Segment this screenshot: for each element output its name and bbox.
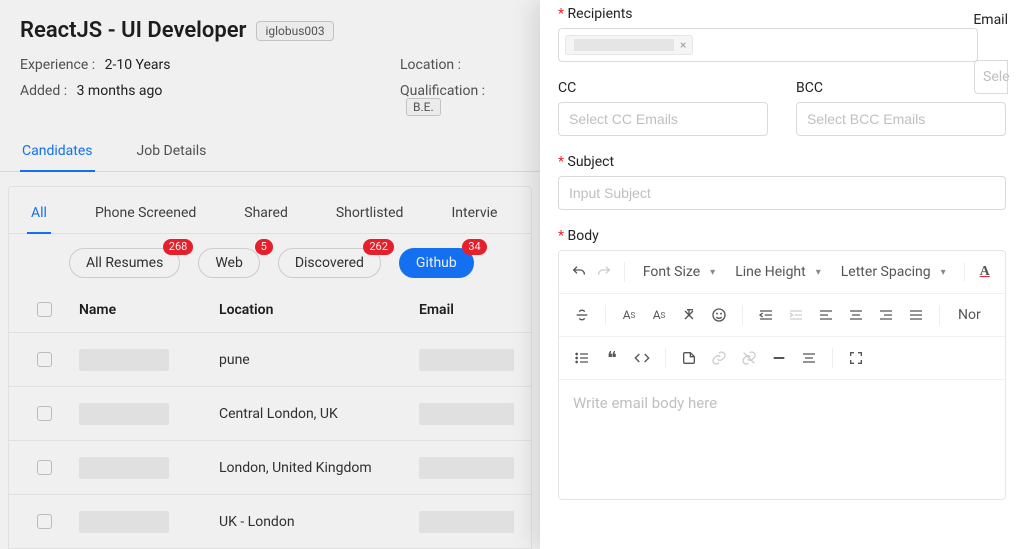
email-redacted bbox=[419, 403, 514, 425]
email-redacted bbox=[419, 349, 514, 371]
align-toggle-icon[interactable] bbox=[796, 345, 822, 371]
tab-candidates[interactable]: Candidates bbox=[20, 133, 95, 171]
link-icon[interactable] bbox=[706, 345, 732, 371]
emoji-icon[interactable] bbox=[706, 302, 732, 328]
badge-count: 5 bbox=[255, 239, 273, 255]
redo-icon[interactable] bbox=[594, 259, 615, 285]
bcc-input[interactable] bbox=[796, 102, 1006, 136]
align-right-icon[interactable] bbox=[873, 302, 899, 328]
subscript-icon[interactable]: AS bbox=[646, 302, 672, 328]
align-center-icon[interactable] bbox=[843, 302, 869, 328]
badge-count: 262 bbox=[363, 239, 394, 255]
strikethrough-icon[interactable] bbox=[569, 302, 595, 328]
paragraph-dropdown[interactable]: Nor bbox=[950, 307, 989, 323]
fullscreen-icon[interactable] bbox=[843, 345, 869, 371]
align-left-icon[interactable] bbox=[813, 302, 839, 328]
horizontal-rule-icon[interactable] bbox=[766, 345, 792, 371]
col-name: Name bbox=[69, 302, 209, 318]
row-checkbox[interactable] bbox=[37, 460, 52, 475]
row-checkbox[interactable] bbox=[37, 406, 52, 421]
row-checkbox[interactable] bbox=[37, 514, 52, 529]
chip-web[interactable]: Web 5 bbox=[198, 248, 260, 278]
indent-increase-icon[interactable] bbox=[783, 302, 809, 328]
badge-count: 268 bbox=[163, 239, 194, 255]
code-icon[interactable] bbox=[629, 345, 655, 371]
meta-experience: Experience : 2-10 Years bbox=[20, 57, 400, 73]
source-chips: All Resumes 268 Web 5 Discovered 262 Git… bbox=[9, 234, 531, 286]
body-editor[interactable]: Write email body here bbox=[558, 380, 1006, 500]
recipients-input[interactable]: × bbox=[558, 28, 978, 62]
clear-format-icon[interactable] bbox=[676, 302, 702, 328]
meta-location: Location : bbox=[400, 57, 520, 73]
table-row[interactable]: London, United Kingdom bbox=[9, 441, 531, 495]
tab-job-details[interactable]: Job Details bbox=[135, 133, 209, 171]
tab-shortlisted[interactable]: Shortlisted bbox=[332, 201, 408, 233]
table-header: Name Location Email bbox=[9, 286, 531, 333]
row-checkbox[interactable] bbox=[37, 352, 52, 367]
email-template-label: Email bbox=[973, 12, 1008, 28]
meta-qualification: Qualification : B.E. bbox=[400, 83, 520, 115]
unlink-icon[interactable] bbox=[736, 345, 762, 371]
cell-location: pune bbox=[209, 352, 409, 368]
email-drawer: Recipients Email × Sele CC BCC Subject B… bbox=[540, 0, 1024, 549]
cell-location: UK - London bbox=[209, 514, 409, 530]
attachment-icon[interactable] bbox=[676, 345, 702, 371]
table-row[interactable]: pune bbox=[9, 333, 531, 387]
undo-icon[interactable] bbox=[569, 259, 590, 285]
tab-phone-screened[interactable]: Phone Screened bbox=[91, 201, 200, 233]
page-title: ReactJS - UI Developer bbox=[20, 18, 246, 43]
col-email: Email bbox=[409, 302, 532, 318]
font-color-icon[interactable]: A bbox=[974, 259, 995, 285]
table-row[interactable]: Central London, UK bbox=[9, 387, 531, 441]
recipient-token[interactable]: × bbox=[565, 35, 693, 55]
primary-tabs: Candidates Job Details bbox=[0, 133, 540, 172]
body-label: Body bbox=[558, 228, 1006, 244]
tab-interview[interactable]: Intervie bbox=[447, 201, 501, 233]
subject-input[interactable] bbox=[558, 176, 1006, 210]
recipients-label: Recipients bbox=[558, 6, 1006, 22]
chip-github[interactable]: Github 34 bbox=[399, 248, 474, 278]
superscript-icon[interactable]: AS bbox=[616, 302, 642, 328]
job-id-tag: iglobus003 bbox=[256, 21, 333, 41]
select-all-checkbox[interactable] bbox=[37, 302, 52, 317]
align-justify-icon[interactable] bbox=[903, 302, 929, 328]
email-redacted bbox=[419, 511, 514, 533]
meta-added: Added : 3 months ago bbox=[20, 83, 400, 115]
name-redacted bbox=[79, 349, 169, 371]
tab-all[interactable]: All bbox=[27, 201, 51, 233]
cc-input[interactable] bbox=[558, 102, 768, 136]
email-template-select[interactable]: Sele bbox=[974, 60, 1008, 94]
cell-location: Central London, UK bbox=[209, 406, 409, 422]
line-height-dropdown[interactable]: Line Height▾ bbox=[727, 264, 829, 280]
cc-label: CC bbox=[558, 80, 768, 96]
font-size-dropdown[interactable]: Font Size▾ bbox=[635, 264, 723, 280]
tab-shared[interactable]: Shared bbox=[240, 201, 292, 233]
name-redacted bbox=[79, 457, 169, 479]
email-redacted bbox=[419, 457, 514, 479]
list-bullet-icon[interactable] bbox=[569, 345, 595, 371]
subject-label: Subject bbox=[558, 154, 1006, 170]
col-location: Location bbox=[209, 302, 409, 318]
name-redacted bbox=[79, 511, 169, 533]
letter-spacing-dropdown[interactable]: Letter Spacing▾ bbox=[833, 264, 954, 280]
chip-discovered[interactable]: Discovered 262 bbox=[278, 248, 381, 278]
indent-decrease-icon[interactable] bbox=[753, 302, 779, 328]
chip-all-resumes[interactable]: All Resumes 268 bbox=[69, 248, 180, 278]
editor-toolbar: Font Size▾ Line Height▾ Letter Spacing▾ … bbox=[558, 250, 1006, 380]
quote-icon[interactable]: ❝ bbox=[599, 345, 625, 371]
table-row[interactable]: UK - London bbox=[9, 495, 531, 549]
secondary-tabs: All Phone Screened Shared Shortlisted In… bbox=[9, 187, 531, 234]
remove-token-icon[interactable]: × bbox=[680, 38, 686, 52]
cell-location: London, United Kingdom bbox=[209, 460, 409, 476]
badge-count: 34 bbox=[462, 239, 486, 255]
name-redacted bbox=[79, 403, 169, 425]
